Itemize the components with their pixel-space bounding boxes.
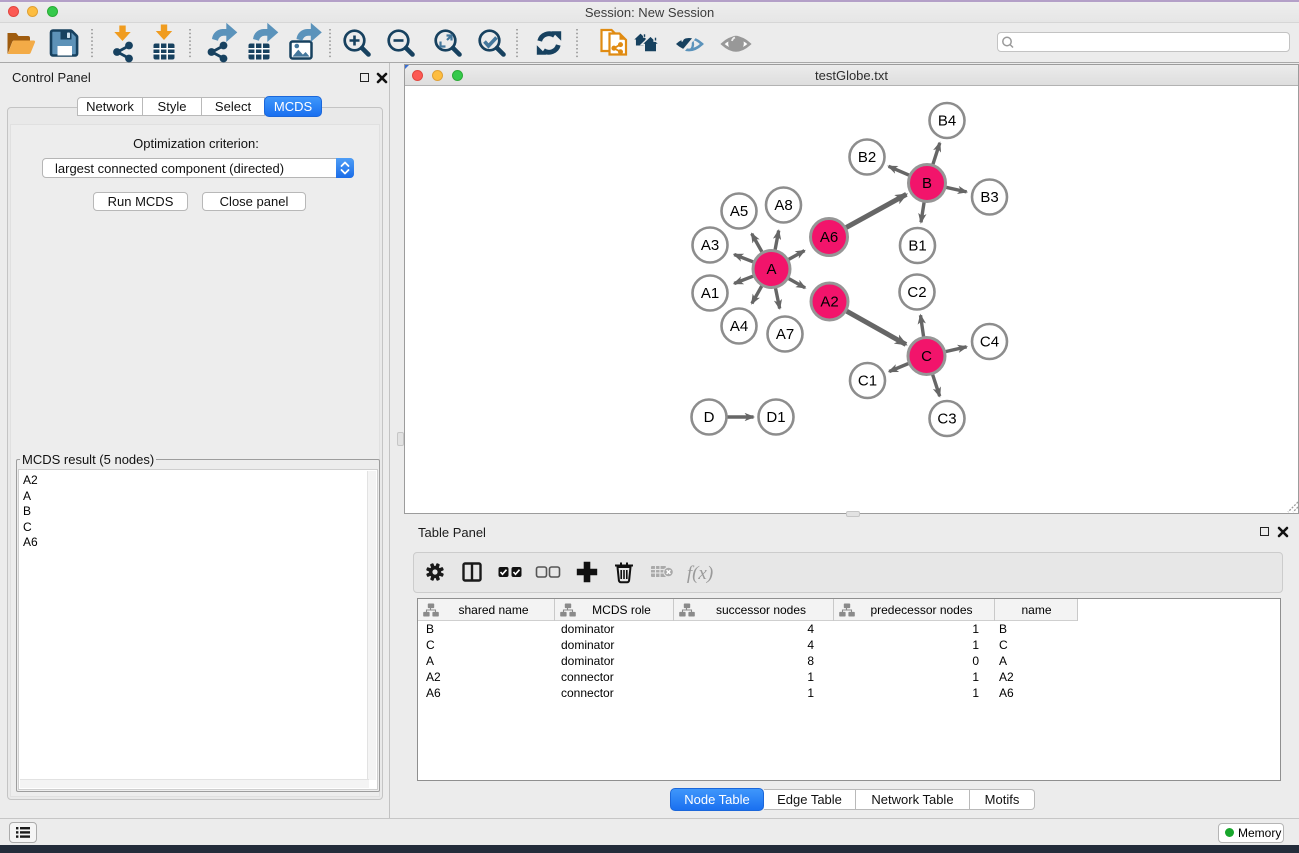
- svg-text:C2: C2: [907, 284, 926, 301]
- svg-text:A7: A7: [776, 326, 794, 343]
- svg-text:A: A: [766, 261, 776, 278]
- svg-text:A2: A2: [820, 294, 838, 311]
- svg-text:C1: C1: [858, 373, 877, 390]
- svg-text:C3: C3: [937, 411, 956, 428]
- svg-text:A5: A5: [730, 203, 748, 220]
- svg-text:B3: B3: [980, 189, 998, 206]
- svg-text:A4: A4: [730, 318, 748, 335]
- svg-text:D1: D1: [766, 409, 785, 426]
- svg-text:D: D: [704, 409, 715, 426]
- svg-text:B: B: [922, 175, 932, 192]
- svg-text:A6: A6: [820, 229, 838, 246]
- svg-text:A3: A3: [701, 237, 719, 254]
- svg-text:C4: C4: [980, 334, 999, 351]
- svg-text:B2: B2: [858, 149, 876, 166]
- svg-text:A1: A1: [701, 285, 719, 302]
- svg-text:A8: A8: [774, 197, 792, 214]
- svg-text:C: C: [921, 348, 932, 365]
- svg-text:B1: B1: [908, 238, 926, 255]
- svg-text:B4: B4: [938, 113, 956, 130]
- svg-text:f(x): f(x): [687, 563, 713, 584]
